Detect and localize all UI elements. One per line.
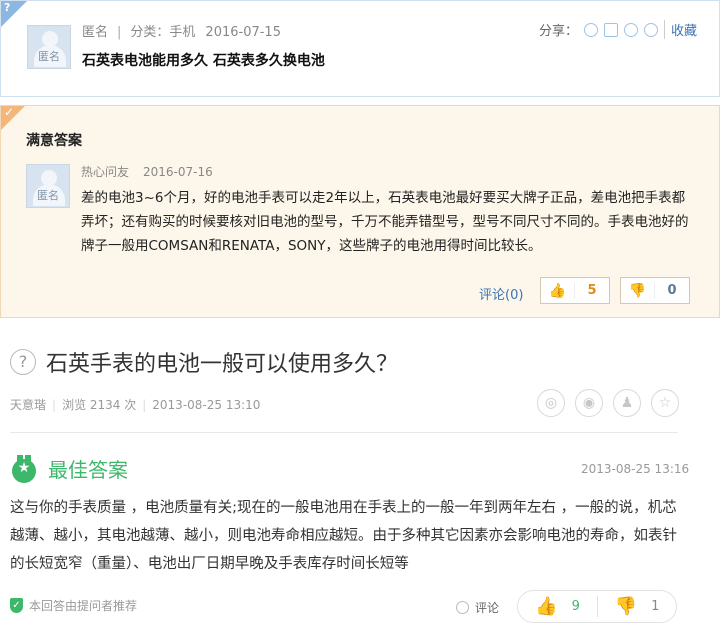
share-bar: 分享： 收藏: [539, 20, 697, 39]
question-title: 石英表电池能用多久 石英表多久换电池: [82, 53, 325, 69]
thumbs-down-icon: 👎: [621, 282, 655, 299]
checkmark-icon: ✓: [1, 105, 25, 130]
best-downvote-button[interactable]: 👎 1: [597, 596, 676, 617]
question-category[interactable]: 分类：手机: [130, 25, 195, 40]
downvote-count: 0: [667, 283, 677, 298]
medal-icon: ★: [12, 454, 36, 483]
best-upvote-button[interactable]: 👍 9: [518, 596, 597, 617]
share-label: 分享：: [538, 24, 578, 39]
avatar-label: 匿名: [38, 50, 60, 63]
star-icon[interactable]: ☆: [651, 389, 679, 417]
lower-question-author[interactable]: 天意瑎: [10, 398, 46, 412]
answer-avatar[interactable]: 匿名: [26, 164, 70, 208]
answer-author[interactable]: 热心问友: [81, 165, 129, 179]
divider: [10, 432, 678, 433]
question-mark-icon: ?: [1, 1, 27, 27]
comment-bubble-icon: [456, 601, 469, 614]
question-circle-icon: ?: [10, 349, 36, 375]
downvote-button[interactable]: 👎 0: [620, 277, 690, 304]
comment-link[interactable]: 评论(0): [479, 284, 523, 303]
thumbs-down-icon: 👎: [614, 596, 638, 617]
best-downvote-count: 1: [651, 599, 660, 614]
collect-button[interactable]: 收藏: [663, 20, 697, 39]
best-answer-heading: 最佳答案: [48, 458, 128, 482]
satisfied-answer-heading: 满意答案: [26, 133, 82, 149]
best-answer-date: 2013-08-25 13:16: [581, 462, 690, 476]
question-card: ? 匿名 匿名 | 分类：手机 2016-07-15 石英表电池能用多久 石英表多久换…: [0, 0, 720, 97]
lower-share-bar: ◎ ◉ ♟ ☆: [537, 389, 679, 417]
answer-text: 差的电池3~6个月，好的电池手表可以走2年以上，石英表电池最好要买大牌子正品，差…: [81, 190, 689, 254]
lower-question-header: ? 石英手表的电池一般可以使用多久？: [10, 346, 398, 378]
question-author: 匿名: [82, 25, 109, 40]
answer-avatar-label: 匿名: [37, 189, 59, 202]
best-answer-text: 这与你的手表质量 ，电池质量有关;现在的一般电池用在手表上的一般一年到两年左右 …: [10, 500, 677, 572]
best-comment-button[interactable]: 评论: [456, 599, 499, 616]
weibo-share-icon[interactable]: [643, 22, 658, 37]
lower-question-title: 石英手表的电池一般可以使用多久？: [46, 352, 399, 377]
best-answer-header: ★ 最佳答案: [12, 454, 128, 483]
upvote-button[interactable]: 👍 5: [540, 277, 610, 304]
qq-icon[interactable]: ♟: [613, 389, 641, 417]
best-comment-label: 评论: [475, 601, 500, 615]
recommend-note: ✓ 本回答由提问者推荐: [10, 597, 137, 614]
lower-question-date: 2013-08-25 13:10: [152, 398, 261, 412]
weibo-icon[interactable]: ◉: [575, 389, 603, 417]
star-share-icon[interactable]: [603, 22, 618, 37]
avatar[interactable]: 匿名: [27, 25, 71, 69]
question-meta: 匿名 | 分类：手机 2016-07-15: [82, 25, 281, 40]
qq-share-icon[interactable]: [623, 22, 638, 37]
shield-check-icon: ✓: [10, 598, 23, 613]
thumbs-up-icon: 👍: [541, 282, 575, 299]
answer-meta: 热心问友 2016-07-16: [81, 163, 213, 180]
upvote-count: 5: [587, 283, 597, 298]
best-upvote-count: 9: [571, 599, 580, 614]
question-date: 2016-07-15: [205, 25, 281, 40]
satisfied-answer-card: ✓ 满意答案 匿名 热心问友 2016-07-16 差的电池3~6个月，好的电池手…: [0, 105, 720, 318]
search-share-icon[interactable]: [583, 22, 598, 37]
wechat-icon[interactable]: ◎: [537, 389, 565, 417]
best-vote-group: 👍 9 👎 1: [517, 590, 677, 623]
lower-question-views: 浏览 2134 次: [62, 398, 137, 412]
thumbs-up-icon: 👍: [535, 596, 558, 617]
recommend-label: 本回答由提问者推荐: [29, 599, 138, 613]
answer-date: 2016-07-16: [143, 165, 213, 179]
lower-question-meta: 天意瑎 | 浏览 2134 次 | 2013-08-25 13:10: [10, 398, 261, 412]
